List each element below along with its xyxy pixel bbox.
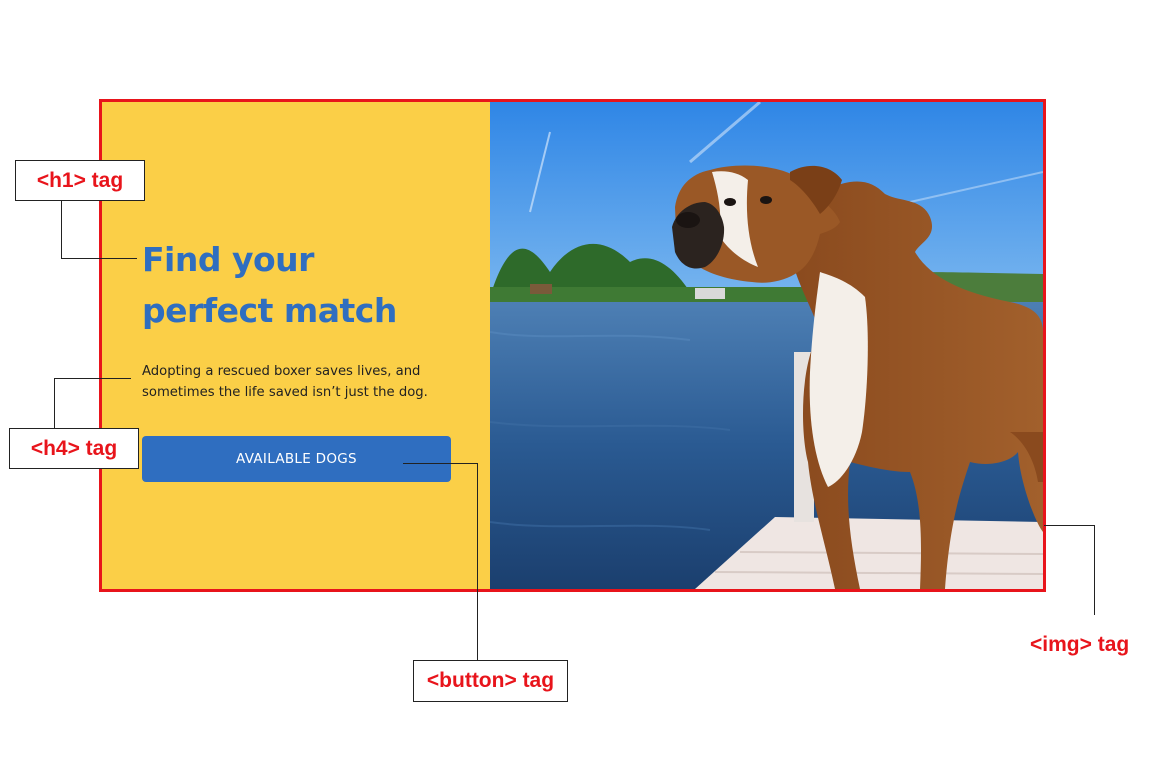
hero-subheading-line-1: Adopting a rescued boxer saves lives, an… — [142, 364, 421, 379]
hero-heading-line-2: perfect match — [142, 291, 397, 330]
hero-text-panel: Find your perfect match Adopting a rescu… — [102, 102, 490, 589]
h4-annotation-text: <h4> tag — [30, 436, 118, 460]
img-leader-line-vertical — [1094, 525, 1095, 615]
hero-subheading-line-2: sometimes the life saved isn’t just the … — [142, 385, 428, 400]
hero-section: Find your perfect match Adopting a rescu… — [99, 99, 1046, 592]
img-annotation-label: <img> tag — [1030, 633, 1129, 657]
available-dogs-button[interactable]: AVAILABLE DOGS — [142, 436, 451, 482]
hero-subheading: Adopting a rescued boxer saves lives, an… — [142, 361, 472, 403]
h1-annotation-label: <h1> tag — [15, 160, 145, 201]
hero-heading-line-1: Find your — [142, 240, 314, 279]
button-leader-line-horizontal — [403, 463, 478, 464]
boxer-dog-lake-photo — [490, 102, 1043, 589]
img-annotation-text: <img> tag — [1030, 633, 1130, 656]
h1-leader-line-horizontal — [61, 258, 137, 259]
h1-annotation-text: <h1> tag — [36, 168, 124, 192]
button-annotation-text: <button> tag — [426, 669, 555, 692]
h1-leader-line-vertical — [61, 201, 62, 259]
h4-annotation-label: <h4> tag — [9, 428, 139, 469]
button-annotation-label: <button> tag — [413, 660, 568, 702]
hero-heading: Find your perfect match — [142, 234, 472, 336]
h4-leader-line-vertical — [54, 378, 55, 428]
h4-leader-line-horizontal — [54, 378, 131, 379]
img-leader-line-horizontal — [1044, 525, 1095, 526]
button-leader-line-vertical — [477, 463, 478, 660]
hero-image — [490, 102, 1043, 589]
